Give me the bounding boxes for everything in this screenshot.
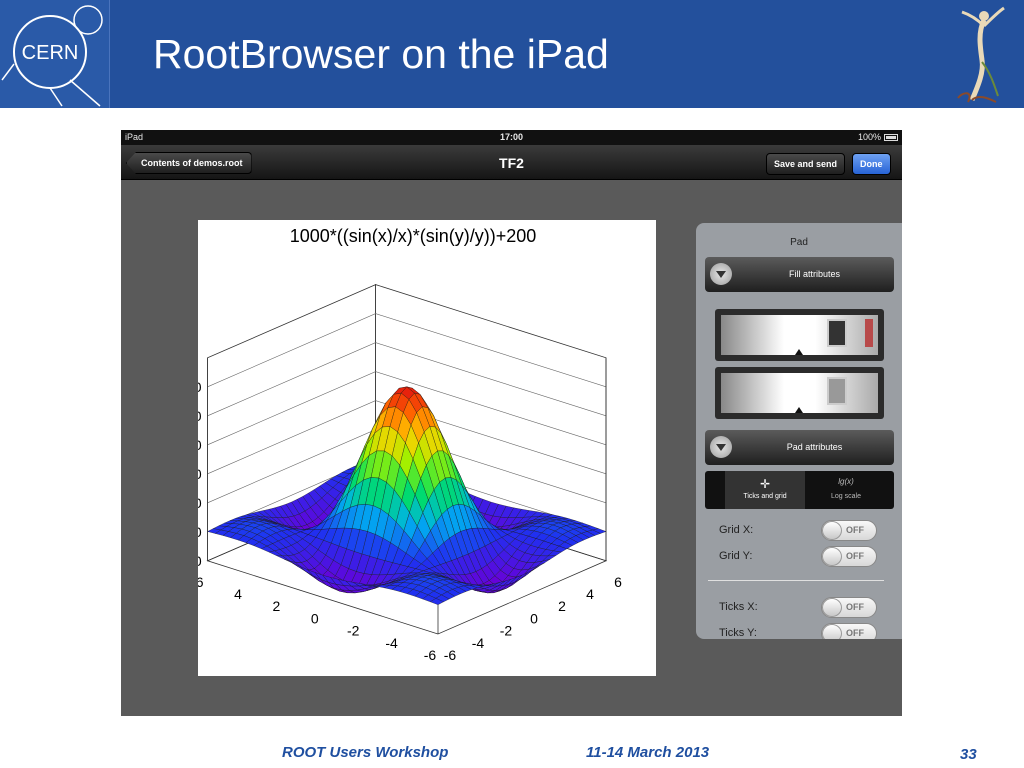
battery-icon: [884, 133, 898, 141]
pad-attributes-section[interactable]: Pad attributes: [705, 430, 894, 465]
grid-y-label: Grid Y:: [719, 550, 753, 562]
disclosure-icon: [710, 436, 732, 458]
fill-swatch-dark: [827, 319, 847, 347]
x-tick-label: 6: [198, 574, 204, 590]
root-mascot-icon: [957, 6, 1005, 103]
fill-attributes-label: Fill attributes: [788, 269, 841, 279]
plot-title: 1000*((sin(x)/x)*(sin(y)/y))+200: [290, 226, 537, 246]
surface-plot: 1000*((sin(x)/x)*(sin(y)/y))+200 1200 100…: [198, 226, 622, 663]
cern-logo-icon: CERN: [1, 5, 103, 107]
z-tick-label: 800: [198, 437, 202, 453]
panel-title: Pad: [790, 237, 808, 248]
disclosure-icon: [710, 263, 732, 285]
z-axis-ticks: 1200 1000 800 600 400 200 0: [198, 379, 202, 569]
pattern-swatch-white: [785, 377, 805, 405]
ipad-screen: iPad 17:00 100% Contents of demos.root T…: [121, 130, 902, 716]
ticks-y-label: Ticks Y:: [719, 627, 757, 639]
footer-event: ROOT Users Workshop: [282, 744, 449, 761]
ticks-x-value: OFF: [846, 602, 864, 612]
crosshair-icon: ✛: [759, 477, 771, 491]
z-tick-label: 0: [198, 553, 202, 569]
pad-tabs: ✛ Ticks and grid lg(x) Log scale: [705, 471, 894, 509]
y-tick-label: 2: [558, 598, 566, 614]
status-battery: 100%: [857, 132, 881, 142]
log-icon: lg(x): [838, 477, 854, 486]
x-tick-label: -2: [347, 623, 360, 639]
fill-pattern-picker[interactable]: [715, 367, 884, 419]
slide: CERN RootBrowser on the iPad iPad 17:00 …: [0, 0, 1024, 768]
toggle-knob: [822, 598, 842, 617]
status-bar: iPad 17:00 100%: [121, 130, 902, 145]
grid-y-row: Grid Y: OFF: [719, 546, 889, 568]
grid-x-toggle[interactable]: OFF: [821, 520, 877, 541]
plot-canvas[interactable]: 1000*((sin(x)/x)*(sin(y)/y))+200 1200 100…: [198, 220, 656, 676]
z-tick-label: 200: [198, 524, 202, 540]
x-tick-label: -6: [424, 647, 437, 663]
page-title: RootBrowser on the iPad: [153, 31, 609, 77]
fill-color-picker[interactable]: [715, 309, 884, 361]
y-tick-label: -2: [500, 623, 513, 639]
toggle-knob: [822, 624, 842, 639]
ticks-x-toggle[interactable]: OFF: [821, 597, 877, 618]
tab-ticks-label: Ticks and grid: [743, 493, 787, 500]
grid-line: [207, 313, 607, 388]
page-number: 33: [960, 746, 977, 763]
z-tick-label: 1000: [198, 408, 202, 424]
status-battery-group: 100%: [858, 132, 898, 142]
x-tick-label: 4: [234, 586, 242, 602]
grid-x-value: OFF: [846, 525, 864, 535]
ticks-x-row: Ticks X: OFF: [719, 597, 889, 619]
plot-surface: [207, 386, 607, 605]
ticks-y-toggle[interactable]: OFF: [821, 623, 877, 639]
grid-x-label: Grid X:: [719, 524, 754, 536]
pattern-swatch-gray: [827, 377, 847, 405]
navigation-bar: Contents of demos.root TF2 Save and send…: [121, 145, 902, 180]
cern-logo-text: CERN: [22, 42, 79, 64]
fill-marker-icon: [795, 349, 803, 355]
y-tick-label: -6: [444, 647, 457, 663]
x-tick-label: -4: [385, 635, 398, 651]
tab-ticks-and-grid[interactable]: ✛ Ticks and grid: [725, 471, 805, 509]
footer-date: 11-14 March 2013: [586, 744, 710, 761]
x-tick-label: 2: [273, 598, 281, 614]
pad-attributes-label: Pad attributes: [786, 442, 843, 452]
tab-log-scale[interactable]: lg(x) Log scale: [806, 471, 886, 509]
save-and-send-button[interactable]: Save and send: [766, 153, 846, 175]
grid-y-value: OFF: [846, 551, 864, 561]
ticks-y-row: Ticks Y: OFF: [719, 623, 889, 639]
status-time: 17:00: [499, 132, 524, 142]
z-tick-label: 1200: [198, 379, 202, 395]
x-tick-label: 0: [311, 610, 319, 626]
grid-x-row: Grid X: OFF: [719, 520, 889, 542]
z-tick-label: 400: [198, 495, 202, 511]
y-tick-label: 4: [586, 586, 594, 602]
ticks-x-label: Ticks X:: [719, 601, 758, 613]
pattern-marker-icon: [795, 407, 803, 413]
z-tick-label: 600: [198, 466, 202, 482]
panel-divider: [708, 580, 884, 581]
fill-swatch-red: [865, 319, 873, 347]
done-button[interactable]: Done: [852, 153, 891, 175]
slide-header: CERN RootBrowser on the iPad: [0, 0, 1024, 108]
fill-swatch-white: [785, 319, 805, 347]
toggle-knob: [822, 547, 842, 566]
cern-logo: CERN: [0, 0, 110, 108]
grid-y-toggle[interactable]: OFF: [821, 546, 877, 567]
fill-attributes-section[interactable]: Fill attributes: [705, 257, 894, 292]
pad-editor-panel: Pad Fill attributes Pad attributes ✛ Tic…: [696, 223, 902, 639]
y-tick-label: 6: [614, 574, 622, 590]
y-tick-label: -4: [472, 635, 485, 651]
toggle-knob: [822, 521, 842, 540]
ticks-y-value: OFF: [846, 628, 864, 638]
tab-log-label: Log scale: [831, 493, 861, 500]
y-tick-label: 0: [530, 610, 538, 626]
